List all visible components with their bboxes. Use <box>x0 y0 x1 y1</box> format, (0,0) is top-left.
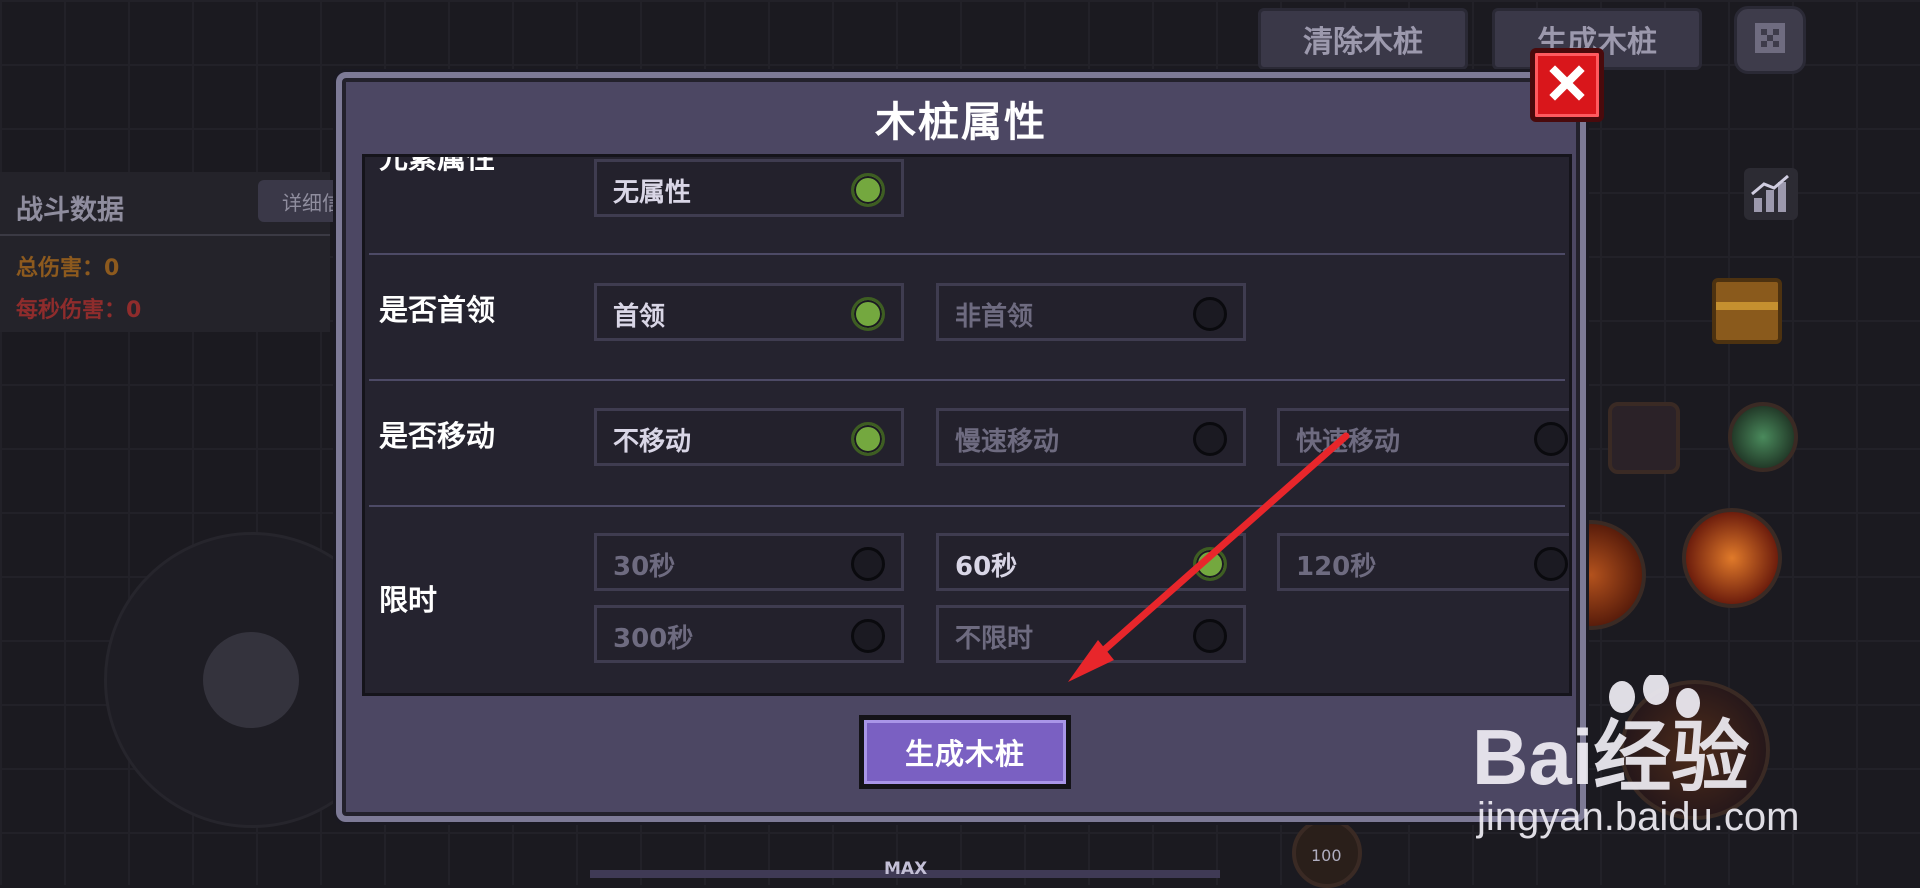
radio-empty-icon <box>851 619 885 653</box>
watermark-brand: Bai经验 <box>1472 713 1750 801</box>
radio-empty-icon <box>1193 422 1227 456</box>
option-label: 首领 <box>613 302 666 332</box>
radio-empty-icon <box>851 547 885 581</box>
divider <box>0 234 330 236</box>
option-slow-move[interactable]: 慢速移动 <box>936 408 1246 466</box>
divider <box>369 379 1565 381</box>
divider <box>369 505 1565 507</box>
weapon-skill-icon[interactable] <box>1608 402 1680 474</box>
option-label: 60秒 <box>955 552 1018 582</box>
stake-attributes-dialog: 木桩属性 元素属性 无属性 是否首领 首领 非首领 是否移动 不移动 慢速移动 <box>336 72 1586 822</box>
option-fast-move[interactable]: 快速移动 <box>1277 408 1569 466</box>
option-60s[interactable]: 60秒 <box>936 533 1246 591</box>
watermark-url: jingyan.baidu.com <box>1477 795 1800 839</box>
dialog-title: 木桩属性 <box>875 98 1047 146</box>
stats-chart-icon[interactable] <box>1744 168 1798 220</box>
row-label-movement: 是否移动 <box>379 419 496 453</box>
option-label: 不移动 <box>613 427 692 457</box>
option-label: 非首领 <box>955 302 1034 332</box>
option-label: 快速移动 <box>1296 427 1401 457</box>
pet-level-text: 100 <box>1311 846 1342 865</box>
radio-empty-icon <box>1534 422 1568 456</box>
max-label: MAX <box>884 859 928 879</box>
close-button[interactable] <box>1530 48 1604 122</box>
option-no-element[interactable]: 无属性 <box>594 159 904 217</box>
option-no-limit[interactable]: 不限时 <box>936 605 1246 663</box>
chest-icon[interactable] <box>1712 278 1782 344</box>
skill-icon[interactable] <box>1682 508 1782 608</box>
battle-stats-panel: 战斗数据 详细信 总伤害：0 每秒伤害：0 <box>0 172 348 332</box>
battle-detail-button[interactable]: 详细信 <box>258 180 348 222</box>
settings-button[interactable] <box>1734 6 1806 74</box>
radio-empty-icon <box>1193 297 1227 331</box>
option-label: 不限时 <box>955 624 1034 654</box>
option-boss[interactable]: 首领 <box>594 283 904 341</box>
option-120s[interactable]: 120秒 <box>1277 533 1569 591</box>
radio-selected-icon <box>851 422 885 456</box>
radio-selected-icon <box>1193 547 1227 581</box>
option-30s[interactable]: 30秒 <box>594 533 904 591</box>
radio-selected-icon <box>851 297 885 331</box>
row-label-element: 元素属性 <box>379 154 496 175</box>
option-label: 300秒 <box>613 624 694 654</box>
radio-empty-icon <box>1193 619 1227 653</box>
radio-empty-icon <box>1534 547 1568 581</box>
option-300s[interactable]: 300秒 <box>594 605 904 663</box>
generate-stake-button[interactable]: 生成木桩 <box>859 715 1071 789</box>
total-damage-text: 总伤害：0 <box>16 256 120 281</box>
settings-icon <box>1749 17 1791 63</box>
option-no-move[interactable]: 不移动 <box>594 408 904 466</box>
radio-selected-icon <box>851 173 885 207</box>
option-label: 无属性 <box>613 178 692 208</box>
option-non-boss[interactable]: 非首领 <box>936 283 1246 341</box>
attributes-panel[interactable]: 元素属性 无属性 是否首领 首领 非首领 是否移动 不移动 慢速移动 快速移动 <box>362 154 1572 696</box>
dps-text: 每秒伤害：0 <box>16 298 142 323</box>
option-label: 30秒 <box>613 552 676 582</box>
row-label-boss: 是否首领 <box>379 293 496 327</box>
clear-stake-button[interactable]: 清除木桩 <box>1258 8 1468 70</box>
joystick-knob[interactable] <box>203 632 299 728</box>
watermark-logo: Bai经验 jingyan.baidu.com <box>1472 675 1832 845</box>
divider <box>369 253 1565 255</box>
close-icon <box>1547 63 1587 107</box>
option-label: 慢速移动 <box>955 427 1060 457</box>
row-label-time-limit: 限时 <box>379 583 438 617</box>
battle-stats-title: 战斗数据 <box>16 195 124 226</box>
skill-icon[interactable] <box>1728 402 1798 472</box>
option-label: 120秒 <box>1296 552 1377 582</box>
